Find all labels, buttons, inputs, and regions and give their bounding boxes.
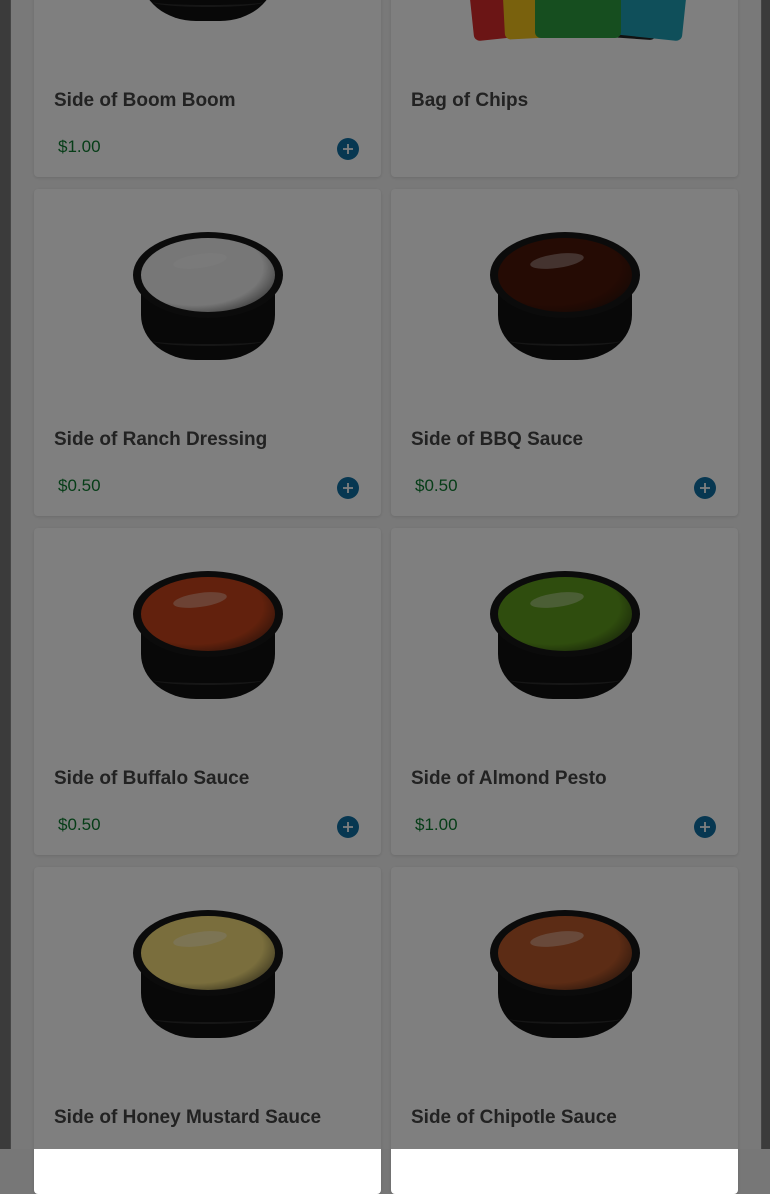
sauce-cup-image: [489, 910, 640, 1050]
sauce-cup-image: [132, 232, 283, 372]
product-card[interactable]: Side of Boom Boom $1.00: [34, 0, 381, 177]
product-name: Side of Ranch Dressing: [54, 429, 268, 450]
product-name: Bag of Chips: [411, 90, 529, 111]
product-name: Side of Boom Boom: [54, 90, 236, 111]
product-image: [391, 0, 738, 58]
product-name: Side of Honey Mustard Sauce: [54, 1107, 322, 1128]
sauce-cup-image: [133, 0, 283, 33]
sauce-cup-image: [132, 571, 283, 711]
product-image: [34, 0, 381, 58]
product-image: [391, 546, 738, 736]
add-to-cart-button[interactable]: [694, 816, 716, 838]
product-card[interactable]: Side of Ranch Dressing $0.50: [34, 189, 381, 516]
product-price: $1.00: [58, 137, 101, 156]
plus-icon: [343, 144, 353, 154]
product-card[interactable]: Side of BBQ Sauce $0.50: [391, 189, 738, 516]
product-name: Side of Almond Pesto: [411, 768, 607, 789]
product-card[interactable]: Bag of Chips: [391, 0, 738, 177]
sauce-cup-image: [132, 910, 283, 1050]
plus-icon: [700, 822, 710, 832]
product-image: [391, 885, 738, 1075]
add-to-cart-button[interactable]: [337, 138, 359, 160]
product-card[interactable]: Side of Chipotle Sauce: [391, 867, 738, 1194]
product-name: Side of Chipotle Sauce: [411, 1107, 617, 1128]
add-to-cart-button[interactable]: [337, 477, 359, 499]
plus-icon: [343, 822, 353, 832]
product-image: [34, 546, 381, 736]
product-image: [34, 885, 381, 1075]
plus-icon: [343, 483, 353, 493]
product-card[interactable]: Side of Almond Pesto $1.00: [391, 528, 738, 855]
product-price: $1.00: [415, 815, 458, 834]
add-to-cart-button[interactable]: [694, 477, 716, 499]
chip-bags-image: [440, 0, 694, 42]
product-name: Side of BBQ Sauce: [411, 429, 584, 450]
product-card[interactable]: Side of Buffalo Sauce $0.50: [34, 528, 381, 855]
add-to-cart-button[interactable]: [337, 816, 359, 838]
product-price: $0.50: [415, 476, 458, 495]
product-price: $0.50: [58, 476, 101, 495]
product-name: Side of Buffalo Sauce: [54, 768, 250, 789]
sauce-cup-image: [489, 232, 640, 372]
menu-page: Side of Boom Boom $1.00 Bag of Chips Sid…: [10, 0, 762, 1194]
product-image: [391, 207, 738, 397]
product-grid: Side of Boom Boom $1.00 Bag of Chips Sid…: [34, 0, 738, 1194]
product-price: $0.50: [58, 815, 101, 834]
plus-icon: [700, 483, 710, 493]
sauce-cup-image: [489, 571, 640, 711]
product-card[interactable]: Side of Honey Mustard Sauce: [34, 867, 381, 1194]
product-image: [34, 207, 381, 397]
